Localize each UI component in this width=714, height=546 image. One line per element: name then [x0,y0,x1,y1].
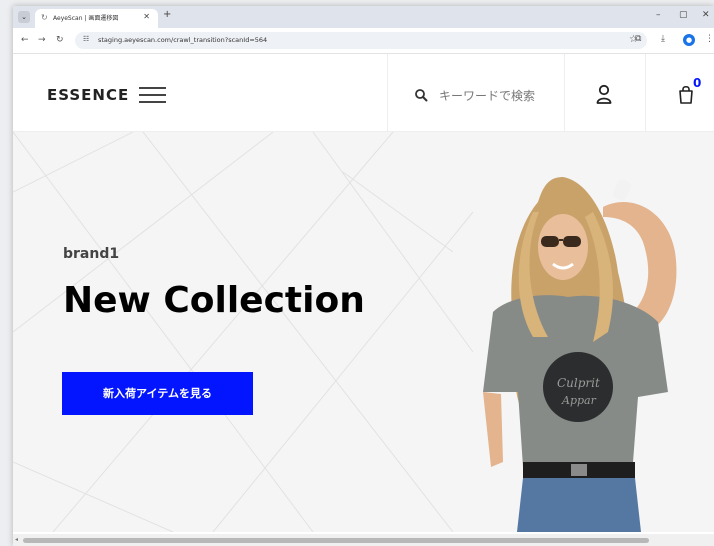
reload-icon[interactable]: ↻ [56,35,64,45]
site-header: ESSENCE キーワードで検索 0 [13,54,714,132]
extensions-puzzle-icon[interactable]: ⧉ [635,34,641,44]
scroll-left-arrow-icon[interactable]: ◂ [15,536,18,543]
header-divider [387,54,388,132]
site-logo[interactable]: ESSENCE [47,86,129,104]
url-input[interactable]: ☷ staging.aeyescan.com/crawl_transition?… [75,32,647,49]
horizontal-scrollbar[interactable]: ◂ [13,534,714,546]
tab-close-icon[interactable]: ✕ [143,12,150,21]
header-divider [645,54,646,132]
header-divider [564,54,565,132]
address-bar: ← → ↻ ☷ staging.aeyescan.com/crawl_trans… [13,28,714,54]
user-account-icon[interactable] [596,84,612,104]
browser-window: ⌄ ↻ AeyeScan | 画面遷移図 ✕ + – ▢ ✕ ← → ↻ ☷ s… [13,6,714,546]
kebab-menu-icon[interactable]: ⋮ [705,34,714,44]
maximize-icon[interactable]: ▢ [679,10,688,20]
hero-title: New Collection [63,280,365,321]
shopping-bag-icon[interactable] [678,84,694,104]
tab-strip: ⌄ ↻ AeyeScan | 画面遷移図 ✕ + – ▢ ✕ [13,6,714,28]
tab-title: AeyeScan | 画面遷移図 [53,15,119,22]
tab-favicon-icon: ↻ [41,13,48,22]
svg-text:Culprit: Culprit [557,376,600,390]
download-icon[interactable]: ⤓ [661,34,665,44]
svg-text:Appar: Appar [561,394,597,407]
profile-icon[interactable]: ● [683,34,695,46]
hero-model-photo: Culprit Appar [483,177,677,532]
window-close-icon[interactable]: ✕ [702,10,710,20]
url-text: staging.aeyescan.com/crawl_transition?sc… [98,36,268,44]
site-info-icon[interactable]: ☷ [83,35,89,43]
hamburger-menu-icon[interactable] [139,87,166,103]
back-arrow-icon[interactable]: ← [21,35,29,45]
scrollbar-thumb[interactable] [23,538,649,543]
hero-banner: brand1 New Collection 新入荷アイテムを見る Culprit… [13,132,714,532]
hero-brand: brand1 [63,246,120,262]
search-icon[interactable] [414,88,428,102]
cart-count-badge: 0 [693,76,702,90]
forward-arrow-icon[interactable]: → [38,35,46,45]
new-arrivals-button[interactable]: 新入荷アイテムを見る [62,372,253,415]
minimize-icon[interactable]: – [656,10,661,20]
search-input[interactable]: キーワードで検索 [439,87,535,104]
tab-menu-chevron-down-icon[interactable]: ⌄ [18,11,30,23]
tab-aeyescan[interactable]: ↻ AeyeScan | 画面遷移図 ✕ [35,9,158,28]
new-tab-plus-icon[interactable]: + [163,9,171,20]
